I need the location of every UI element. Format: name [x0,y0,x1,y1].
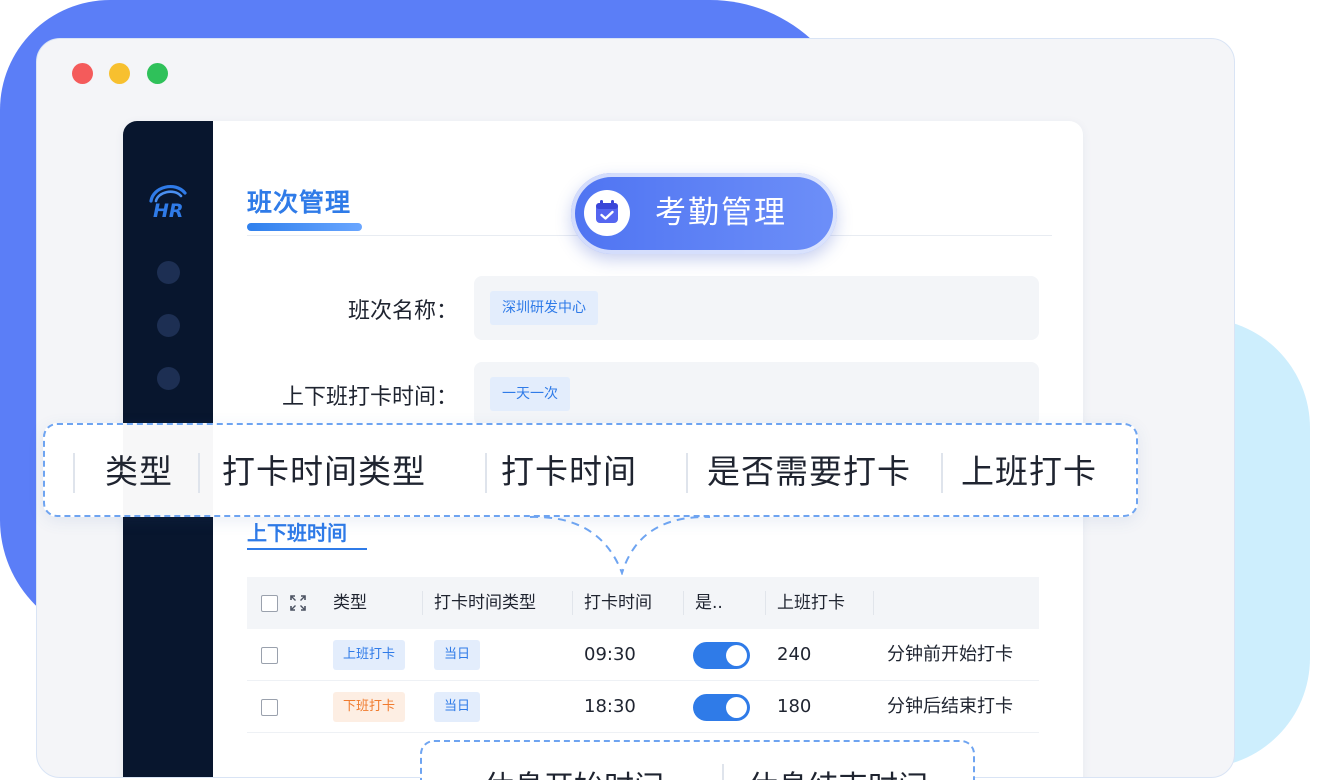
close-window-button[interactable] [72,63,93,84]
minimize-window-button[interactable] [109,63,130,84]
required-toggle[interactable] [693,694,750,721]
column-divider [722,764,724,780]
required-toggle[interactable] [693,642,750,669]
row-clock-time: 09:30 [584,644,636,665]
column-divider [485,453,487,493]
hr-logo-icon: HR [149,184,187,219]
row-checkbox[interactable] [261,699,278,716]
header-clock-in: 上班打卡 [777,593,845,613]
browser-window: HR 班次管理 班次名称： 深圳研发中心 上下班打卡时间： 一天一次 上下班时间 [36,38,1235,778]
row-minutes: 240 [777,644,812,665]
clock-time-label: 上下班打卡时间： [281,385,458,410]
callout-header-time-type: 打卡时间类型 [222,452,426,491]
callout-header-type: 类型 [105,452,173,491]
shift-name-field[interactable]: 深圳研发中心 [474,276,1039,340]
expand-icon[interactable] [289,594,307,612]
callout-break-end: 休息结束时间 [748,762,928,780]
active-tab-indicator [247,223,362,231]
row-minutes: 180 [777,696,812,717]
section-title-underline [247,548,367,550]
section-title-work-hours: 上下班时间 [247,521,347,545]
column-divider [873,591,874,615]
table-row[interactable]: 下班打卡 当日 18:30 180 分钟后结束打卡 [247,681,1039,733]
callout-header-clock-time: 打卡时间 [501,452,637,491]
header-clock-time: 打卡时间 [584,593,652,613]
header-time-type: 打卡时间类型 [434,593,536,613]
callout-header-required: 是否需要打卡 [707,452,911,491]
row-note: 分钟前开始打卡 [887,644,1013,665]
clock-rules-table: 类型 打卡时间类型 打卡时间 是.. 上班打卡 上班打卡 当日 09:30 24… [247,577,1039,733]
window-titlebar [37,39,1234,103]
break-time-callout: 休息开始时间 休息结束时间 [420,740,975,780]
sidebar-nav-item-3[interactable] [157,367,180,390]
table-header: 类型 打卡时间类型 打卡时间 是.. 上班打卡 [247,577,1039,629]
badge-label: 考勤管理 [655,195,787,231]
row-clock-time: 18:30 [584,696,636,717]
callout-pointer [530,515,710,575]
column-divider [683,591,684,615]
calendar-check-icon [596,200,618,223]
badge-icon-circle [584,190,630,236]
row-type-tag: 上班打卡 [333,640,406,670]
column-divider [73,453,75,493]
header-type: 类型 [333,593,367,613]
sidebar-nav-item-2[interactable] [157,314,180,337]
column-divider [765,591,766,615]
callout-break-start: 休息开始时间 [484,762,664,780]
row-type-tag: 下班打卡 [333,692,406,722]
sidebar-nav-item-1[interactable] [157,261,180,284]
column-divider [941,453,943,493]
clock-time-field[interactable]: 一天一次 [474,362,1039,426]
tab-shift-management[interactable]: 班次管理 [247,183,351,219]
row-note: 分钟后结束打卡 [887,696,1013,717]
column-divider [422,591,423,615]
column-divider [572,591,573,615]
row-time-type-tag: 当日 [434,692,481,722]
table-row[interactable]: 上班打卡 当日 09:30 240 分钟前开始打卡 [247,629,1039,681]
clock-time-value: 一天一次 [490,377,570,411]
attendance-management-badge: 考勤管理 [571,173,837,254]
zoomed-header-callout: 类型 打卡时间类型 打卡时间 是否需要打卡 上班打卡 [43,423,1138,517]
header-required: 是.. [695,593,723,613]
svg-text:HR: HR [153,200,184,219]
shift-name-value: 深圳研发中心 [490,291,598,325]
column-divider [198,453,200,493]
callout-header-clock-in: 上班打卡 [961,452,1097,491]
row-time-type-tag: 当日 [434,640,481,670]
maximize-window-button[interactable] [147,63,168,84]
row-checkbox[interactable] [261,647,278,664]
column-divider [686,453,688,493]
select-all-checkbox[interactable] [261,595,278,612]
shift-name-label: 班次名称： [347,299,458,324]
